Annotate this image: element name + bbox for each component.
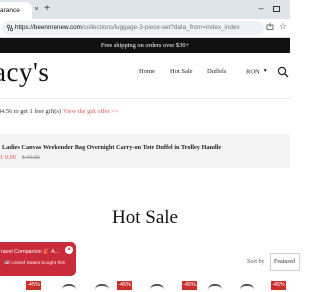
new-tab-button[interactable]: + <box>42 3 52 15</box>
page-title: Hot Sale <box>112 207 178 228</box>
bookmark-star-icon[interactable]: ☆ <box>279 20 289 34</box>
url-host: https://beennrenew.com <box>15 24 82 31</box>
sort-label: Sort by <box>247 259 265 265</box>
popup-product-title: ravel Companion 🎒 A... <box>1 249 60 255</box>
product-image[interactable] <box>208 284 222 292</box>
announcement-bar: Free shipping on orders over $30+ <box>0 38 290 53</box>
popup-subtitle: 🇺🇸 United States bought this <box>4 261 65 266</box>
url-field[interactable]: https://beennrenew.com/collections/lugga… <box>2 21 264 35</box>
divider <box>0 98 290 99</box>
address-bar: https://beennrenew.com/collections/lugga… <box>0 19 290 38</box>
site-logo[interactable]: acy's <box>0 56 49 88</box>
currency-selector[interactable]: RON ▼ <box>246 66 268 78</box>
close-icon[interactable]: × <box>65 246 73 254</box>
minimize-button[interactable]: – <box>256 2 266 14</box>
url-path: /collections/luggage-3-piece-set?data_fr… <box>81 24 240 31</box>
purchase-notification-popup[interactable]: ravel Companion 🎒 A... 🇺🇸 United States … <box>0 242 76 276</box>
product-image[interactable] <box>240 284 254 292</box>
chevron-down-icon: ▼ <box>262 69 268 74</box>
product-image[interactable] <box>62 284 76 292</box>
nav-duffels[interactable]: Duffels <box>207 66 226 78</box>
maximize-button[interactable] <box>273 6 280 12</box>
nav-home[interactable]: Home <box>139 66 155 78</box>
browser-tab-bar: arance × + – <box>0 0 290 19</box>
gift-progress-text: 84.56 to get 1 free gift(s) <box>0 108 61 115</box>
discount-badge: -45% <box>182 281 197 290</box>
browser-tab-title: arance <box>0 7 20 14</box>
sort-select[interactable]: Featured <box>270 253 300 271</box>
product-image[interactable] <box>150 284 164 292</box>
browser-tab[interactable]: arance <box>0 2 32 19</box>
gift-product-name: Ladies Canvas Weekender Bag Overnight Ca… <box>2 144 222 151</box>
discount-badge: -45% <box>117 281 132 290</box>
search-icon[interactable] <box>277 66 289 78</box>
share-icon[interactable] <box>266 22 274 30</box>
product-image[interactable] <box>95 284 109 292</box>
currency-label: RON <box>246 68 260 76</box>
gift-compare-price: $ 99.85 <box>22 155 40 161</box>
gift-product-card[interactable]: Ladies Canvas Weekender Bag Overnight Ca… <box>0 134 290 168</box>
gift-offer-link[interactable]: View the gift offer >> <box>63 104 118 120</box>
discount-badge: -45% <box>26 281 41 290</box>
nav-hot-sale[interactable]: Hot Sale <box>170 66 193 78</box>
url-text: https://beennrenew.com/collections/lugga… <box>15 21 255 35</box>
tab-close-icon[interactable]: × <box>32 4 41 15</box>
site-info-icon[interactable] <box>6 24 14 32</box>
free-gift-bar: 84.56 to get 1 free gift(s) View the gif… <box>0 104 290 120</box>
gift-product-price: 1 0.00 <box>0 154 16 161</box>
discount-badge: -45% <box>271 281 286 290</box>
